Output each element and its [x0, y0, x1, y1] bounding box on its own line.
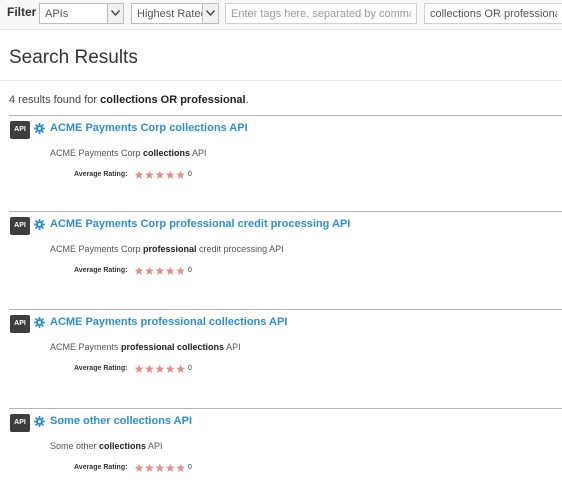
description-highlight: professional [143, 244, 197, 254]
star-icon [134, 364, 144, 373]
star-icon [165, 266, 175, 275]
page-title: Search Results [9, 47, 138, 68]
result-title-link[interactable]: ACME Payments Corp collections API [50, 122, 248, 134]
description-text: ACME Payments [50, 342, 122, 352]
api-badge: API [10, 315, 30, 333]
result-title-link[interactable]: ACME Payments Corp professional credit p… [50, 218, 350, 230]
result-title-link[interactable]: Some other collections API [50, 415, 192, 427]
results-summary-end: . [245, 94, 249, 106]
result-divider [9, 408, 562, 409]
description-highlight: collections [143, 148, 191, 158]
result-divider [9, 309, 562, 310]
description-text: credit processing API [196, 244, 284, 254]
star-icon [145, 170, 154, 179]
gear-icon[interactable] [34, 219, 45, 230]
tags-input[interactable] [226, 4, 416, 23]
query-field[interactable] [424, 3, 562, 24]
type-select[interactable]: APIs [39, 3, 124, 24]
result-description: ACME Payments professional collections A… [50, 342, 241, 352]
star-icon [165, 364, 175, 373]
rating-label: Average Rating: [74, 267, 128, 274]
rating-label: Average Rating: [74, 171, 128, 178]
filter-bar: Filter APIs Highest Rated [0, 0, 562, 30]
star-icon [165, 170, 175, 179]
star-icon [165, 463, 175, 472]
star-icon [155, 170, 165, 179]
results-summary: 4 results found for collections OR profe… [9, 94, 249, 106]
star-rating[interactable] [134, 266, 188, 276]
description-text: ACME Payments Corp [50, 148, 144, 158]
star-icon [134, 266, 144, 275]
description-text: API [146, 441, 163, 451]
api-badge: API [10, 121, 30, 139]
chevron-down-icon[interactable] [202, 4, 218, 23]
sort-select-value: Highest Rated [137, 8, 207, 20]
description-highlight: collections [99, 441, 147, 451]
api-badge: API [10, 217, 30, 235]
description-highlight: professional collections [121, 342, 225, 352]
rating-label: Average Rating: [74, 464, 128, 471]
result-description: ACME Payments Corp professional credit p… [50, 244, 284, 254]
gear-icon[interactable] [34, 416, 45, 427]
gear-icon[interactable] [34, 123, 45, 134]
rating-label: Average Rating: [74, 365, 128, 372]
result-description: ACME Payments Corp collections API [50, 148, 207, 158]
results-query-text: collections OR professional [100, 94, 246, 106]
star-icon [155, 266, 165, 275]
description-text: ACME Payments Corp [50, 244, 144, 254]
star-icon [145, 463, 154, 472]
star-icon [145, 364, 154, 373]
star-icon [155, 463, 165, 472]
result-divider [9, 211, 562, 212]
results-count-text: 4 results found for [9, 94, 98, 106]
search-query-input[interactable] [425, 4, 562, 23]
rating-value: 0 [188, 171, 192, 178]
description-text: API [224, 342, 241, 352]
gear-icon[interactable] [34, 317, 45, 328]
star-icon [176, 364, 185, 373]
description-text: API [190, 148, 207, 158]
type-select-value: APIs [45, 8, 69, 20]
result-title-link[interactable]: ACME Payments professional collections A… [50, 316, 287, 328]
star-icon [176, 463, 185, 472]
star-icon [134, 463, 144, 472]
tags-field[interactable] [225, 3, 417, 24]
rating-value: 0 [188, 365, 192, 372]
star-icon [155, 364, 165, 373]
title-divider [0, 80, 562, 81]
star-rating[interactable] [134, 463, 188, 473]
sort-select[interactable]: Highest Rated [131, 3, 219, 24]
star-icon [145, 266, 154, 275]
rating-value: 0 [188, 267, 192, 274]
star-icon [176, 266, 185, 275]
filter-label: Filter [7, 5, 37, 19]
star-rating[interactable] [134, 170, 188, 180]
chevron-down-icon[interactable] [107, 4, 123, 23]
star-icon [134, 170, 144, 179]
description-text: Some other [50, 441, 100, 451]
result-description: Some other collections API [50, 441, 163, 451]
rating-value: 0 [188, 464, 192, 471]
star-icon [176, 170, 185, 179]
star-rating[interactable] [134, 364, 188, 374]
api-badge: API [10, 414, 30, 432]
result-divider [9, 115, 562, 116]
